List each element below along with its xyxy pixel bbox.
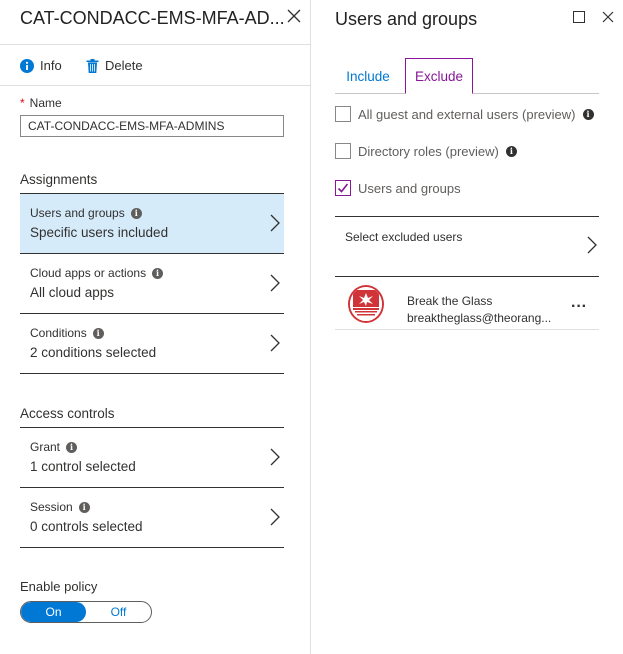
nav-session-label: Session	[30, 500, 73, 514]
info-button-label: Info	[40, 58, 62, 73]
name-input[interactable]: CAT-CONDACC-EMS-MFA-ADMINS	[20, 115, 284, 137]
select-users-top-line	[335, 216, 599, 217]
name-field-label: * Name	[20, 96, 62, 110]
more-icon[interactable]: ···	[571, 298, 587, 316]
users-and-groups-title: Users and groups	[335, 9, 478, 29]
nav-users-and-groups-value: Specific users included	[30, 225, 169, 240]
chevron-right-icon	[270, 448, 280, 466]
nav-conditions-value: 2 conditions selected	[30, 345, 157, 360]
enable-policy-toggle[interactable]: On Off	[20, 601, 152, 623]
required-mark: *	[20, 96, 25, 110]
users-and-groups-checkbox-row[interactable]: Users and groups	[335, 180, 461, 196]
users-and-groups-blade: Users and groups Include Exclude All gue…	[311, 0, 623, 654]
policy-blade-title: CAT-CONDACC-EMS-MFA-AD...	[20, 8, 285, 28]
directory-roles-checkbox-row[interactable]: Directory roles (preview) i	[335, 143, 517, 159]
all-guest-users-checkbox-row[interactable]: All guest and external users (preview) i	[335, 106, 594, 122]
name-label-text: Name	[29, 96, 62, 110]
nav-label-wrap: Grant i	[30, 440, 78, 454]
maximize-icon[interactable]	[573, 11, 585, 23]
nav-session[interactable]: Session i 0 controls selected	[20, 487, 284, 547]
chevron-right-icon	[270, 508, 280, 526]
chevron-right-icon	[270, 334, 280, 352]
access-controls-bottom-line	[20, 547, 284, 548]
title-divider	[0, 44, 310, 45]
delete-button-label: Delete	[105, 58, 143, 73]
member-row[interactable]: Break the Glass breaktheglass@theorang..…	[335, 280, 599, 330]
chevron-right-icon	[270, 214, 280, 232]
all-guest-users-label: All guest and external users (preview)	[358, 106, 576, 122]
member-name: Break the Glass	[407, 294, 493, 308]
nav-cloud-apps-label: Cloud apps or actions	[30, 266, 147, 280]
nav-label-wrap: Cloud apps or actions i	[30, 266, 164, 280]
info-icon[interactable]: i	[582, 108, 594, 120]
nav-cloud-apps[interactable]: Cloud apps or actions i All cloud apps	[20, 253, 284, 313]
info-icon[interactable]: i	[78, 501, 90, 513]
nav-users-and-groups[interactable]: Users and groups i Specific users include…	[20, 193, 284, 253]
all-guest-users-checkbox[interactable]	[335, 106, 351, 122]
directory-roles-checkbox[interactable]	[335, 143, 351, 159]
nav-session-value: 0 controls selected	[30, 519, 143, 534]
close-icon[interactable]	[602, 11, 614, 23]
nav-users-and-groups-label: Users and groups	[30, 206, 125, 220]
select-users-bottom-line	[335, 276, 599, 277]
info-button[interactable]: Info	[20, 58, 62, 73]
info-icon[interactable]: i	[130, 207, 142, 219]
toggle-on-option[interactable]: On	[21, 602, 86, 622]
directory-roles-label: Directory roles (preview)	[358, 143, 499, 159]
nav-label-wrap: Conditions i	[30, 326, 104, 340]
nav-cloud-apps-value: All cloud apps	[30, 285, 115, 300]
assignments-heading: Assignments	[20, 172, 98, 187]
close-icon[interactable]	[287, 9, 301, 23]
info-icon[interactable]: i	[92, 327, 104, 339]
access-controls-heading: Access controls	[20, 406, 115, 421]
select-excluded-users-label[interactable]: Select excluded users	[345, 230, 462, 244]
checkmark-icon	[337, 183, 349, 193]
member-email: breaktheglass@theorang...	[407, 311, 552, 325]
chevron-right-icon[interactable]	[587, 236, 597, 254]
tab-exclude[interactable]: Exclude	[405, 58, 473, 94]
nav-label-wrap: Users and groups i	[30, 206, 142, 220]
nav-conditions[interactable]: Conditions i 2 conditions selected	[20, 313, 284, 373]
users-and-groups-checkbox[interactable]	[335, 180, 351, 196]
nav-grant-label: Grant	[30, 440, 61, 454]
delete-button[interactable]: Delete	[86, 58, 143, 73]
nav-conditions-label: Conditions	[30, 326, 87, 340]
info-icon[interactable]: i	[505, 145, 517, 157]
info-circle-icon	[20, 58, 34, 73]
trash-icon	[86, 58, 99, 73]
info-icon[interactable]: i	[152, 267, 164, 279]
toggle-off-option[interactable]: Off	[86, 602, 151, 622]
enable-policy-label: Enable policy	[20, 579, 98, 594]
break-glass-logo-image	[350, 287, 382, 321]
break-glass-avatar	[348, 285, 384, 323]
policy-blade: CAT-CONDACC-EMS-MFA-AD... Info Delete * N…	[0, 0, 310, 654]
nav-grant-value: 1 control selected	[30, 459, 136, 474]
tab-include[interactable]: Include	[335, 58, 401, 94]
nav-grant[interactable]: Grant i 1 control selected	[20, 427, 284, 487]
info-icon[interactable]: i	[66, 441, 78, 453]
nav-label-wrap: Session i	[30, 500, 90, 514]
assignments-bottom-line	[20, 373, 284, 374]
chevron-right-icon	[270, 274, 280, 292]
command-divider	[0, 85, 310, 86]
users-and-groups-option-label: Users and groups	[358, 180, 461, 196]
